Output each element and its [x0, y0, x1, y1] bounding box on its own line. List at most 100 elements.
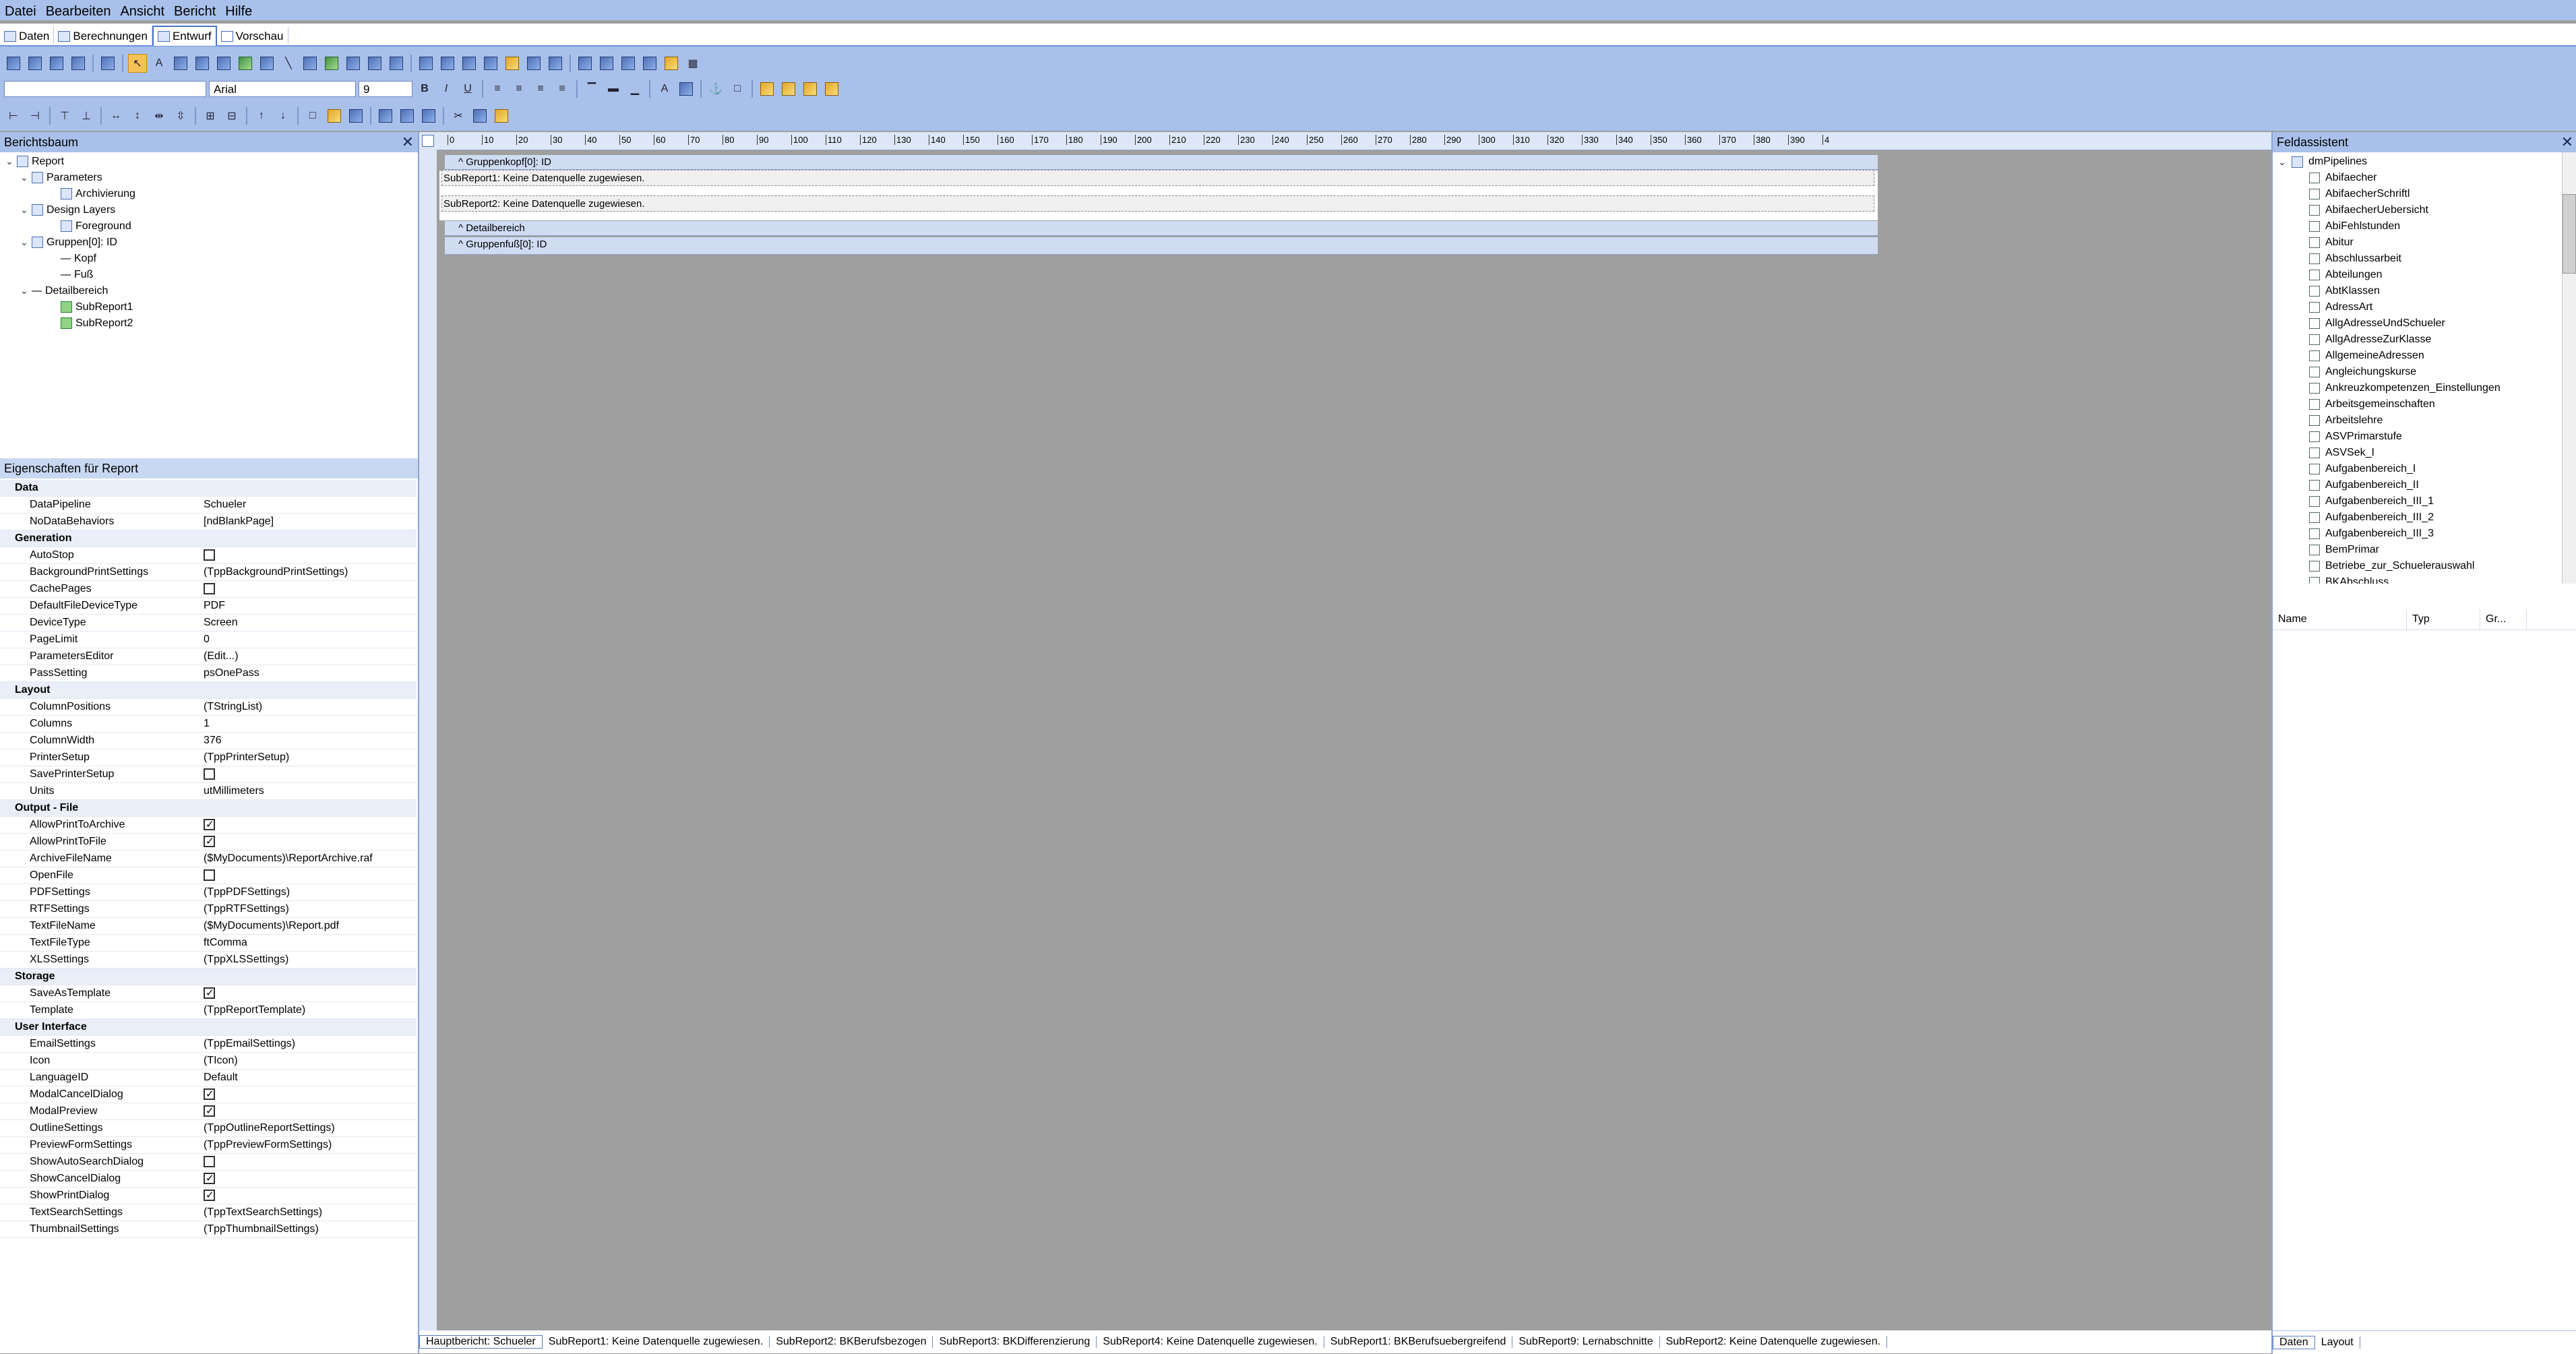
field-item[interactable]: ASVSek_I — [2309, 445, 2374, 461]
property-value[interactable]: (TppPrinterSetup) — [202, 749, 417, 766]
subreport-tab[interactable]: SubReport4: Keine Datenquelle zugewiesen… — [1097, 1336, 1324, 1348]
property-row[interactable]: +RTFSettings(TppRTFSettings) — [0, 901, 417, 918]
property-row[interactable]: +EmailSettings(TppEmailSettings) — [0, 1036, 417, 1053]
tab-berechnungen[interactable]: Berechnungen — [54, 27, 152, 46]
checked-icon[interactable] — [204, 987, 215, 999]
font-name-field[interactable]: Arial — [209, 81, 356, 97]
property-checkbox[interactable] — [202, 867, 417, 884]
nudge-up-icon[interactable]: ↑ — [252, 106, 271, 125]
subreport-tab[interactable]: SubReport1: BKBerufsuebergreifend — [1324, 1336, 1513, 1348]
field-checkbox[interactable] — [2309, 189, 2320, 199]
tree-item-subreport1[interactable]: SubReport1 — [61, 299, 133, 315]
field-checkbox[interactable] — [2309, 545, 2320, 555]
font-color-icon[interactable]: A — [655, 80, 674, 98]
property-value[interactable]: 0 — [202, 632, 417, 648]
dbimage-icon[interactable] — [503, 54, 522, 73]
property-category[interactable]: −Layout — [0, 682, 417, 699]
field-item[interactable]: Arbeitsgemeinschaften — [2309, 396, 2435, 412]
align-centers-icon[interactable]: ⊣ — [26, 106, 44, 125]
dbtext-icon[interactable] — [417, 54, 435, 73]
property-value[interactable]: (Edit...) — [202, 648, 417, 665]
valign-middle-icon[interactable]: ▬ — [604, 80, 623, 98]
property-checkbox[interactable] — [202, 1188, 417, 1204]
field-item[interactable]: BemPrimar — [2309, 542, 2379, 558]
unchecked-icon[interactable] — [204, 583, 215, 595]
richtext-icon[interactable] — [193, 54, 212, 73]
field-checkbox[interactable] — [2309, 286, 2320, 297]
table-grid-icon[interactable]: ▦ — [683, 54, 702, 73]
field-checkbox[interactable] — [2309, 496, 2320, 507]
property-row[interactable]: +PDFSettings(TppPDFSettings) — [0, 884, 417, 901]
field-item[interactable]: Arbeitslehre — [2309, 412, 2383, 429]
field-item[interactable]: BKAbschluss — [2309, 574, 2389, 584]
property-row[interactable]: +PrinterSetup(TppPrinterSetup) — [0, 749, 417, 766]
chart-icon[interactable] — [322, 54, 341, 73]
field-item[interactable]: AbifaecherSchriftl — [2309, 186, 2410, 202]
property-value[interactable]: (TppPDFSettings) — [202, 884, 417, 900]
property-checkbox[interactable] — [202, 1103, 417, 1119]
field-checkbox[interactable] — [2309, 383, 2320, 394]
close-icon[interactable]: ✕ — [2561, 132, 2573, 152]
field-item[interactable]: ASVPrimarstufe — [2309, 429, 2402, 445]
field-list-scrollbar[interactable] — [2562, 152, 2576, 584]
field-item[interactable]: AbiFehlstunden — [2309, 218, 2400, 235]
bring-front-icon[interactable] — [758, 80, 776, 98]
field-item[interactable]: AllgemeineAdressen — [2309, 348, 2424, 364]
property-row[interactable]: +PreviewFormSettings(TppPreviewFormSetti… — [0, 1137, 417, 1154]
crosstab-icon[interactable] — [387, 54, 406, 73]
field-checkbox[interactable] — [2309, 318, 2320, 329]
space-horiz-icon[interactable]: ⇹ — [150, 106, 168, 125]
field-item[interactable]: AbtKlassen — [2309, 283, 2380, 299]
property-value[interactable]: (TppTextSearchSettings) — [202, 1204, 417, 1221]
subreport-tab[interactable]: Hauptbericht: Schueler — [419, 1335, 543, 1349]
field-checkbox[interactable] — [2309, 350, 2320, 361]
col-name[interactable]: Name — [2273, 609, 2407, 629]
underline-icon[interactable]: U — [458, 80, 477, 98]
select-arrow-icon[interactable]: ↖ — [128, 54, 147, 73]
property-row[interactable]: ArchiveFileName ($MyDocuments)\ReportArch… — [0, 851, 417, 867]
field-item[interactable]: AllgAdresseZurKlasse — [2309, 332, 2431, 348]
chevron-down-icon[interactable]: ⌄ — [20, 283, 28, 299]
field-item[interactable]: Ankreuzkompetenzen_Einstellungen — [2309, 380, 2501, 396]
send-back-icon[interactable] — [779, 80, 798, 98]
align-lefts-icon[interactable]: ⊢ — [4, 106, 23, 125]
property-category[interactable]: −Output - File — [0, 800, 417, 817]
subreport2-box[interactable]: SubReport2: Keine Datenquelle zugewiesen… — [441, 195, 1874, 212]
field-checkbox[interactable] — [2309, 367, 2320, 377]
bold-icon[interactable]: B — [415, 80, 434, 98]
report-icon[interactable] — [4, 54, 23, 73]
property-checkbox[interactable] — [202, 817, 417, 833]
field-checkbox[interactable] — [2309, 205, 2320, 216]
property-row[interactable]: AutoStop — [0, 547, 417, 564]
subreport-tab[interactable]: SubReport9: Lernabschnitte — [1512, 1336, 1660, 1348]
property-category[interactable]: −Generation — [0, 530, 417, 547]
property-category[interactable]: −User Interface — [0, 1019, 417, 1036]
unchecked-icon[interactable] — [204, 1156, 215, 1168]
tab-entwurf[interactable]: Entwurf — [152, 26, 217, 46]
label-icon[interactable]: A — [150, 54, 168, 73]
tree-item-subreport2[interactable]: SubReport2 — [61, 315, 133, 331]
component-select[interactable] — [4, 81, 206, 97]
field-item[interactable]: Abitur — [2309, 235, 2354, 251]
property-value[interactable]: 1 — [202, 716, 417, 732]
property-row[interactable]: ShowCancelDialog — [0, 1171, 417, 1188]
subreport1-box[interactable]: SubReport1: Keine Datenquelle zugewiesen… — [441, 170, 1874, 186]
layer-up-icon[interactable] — [801, 80, 820, 98]
field-checkbox[interactable] — [2309, 561, 2320, 572]
center-vert-icon[interactable]: ⊟ — [222, 106, 241, 125]
print-icon[interactable] — [398, 106, 417, 125]
print-icon[interactable] — [26, 54, 44, 73]
field-item[interactable]: Abschlussarbeit — [2309, 251, 2401, 267]
tree-item-kopf[interactable]: Kopf — [61, 251, 96, 266]
band-group-footer[interactable]: ^ Gruppenfuß[0]: ID — [445, 237, 1878, 255]
property-row[interactable]: DeviceType Screen — [0, 615, 417, 632]
tools-icon[interactable] — [47, 54, 66, 73]
field-item[interactable]: Aufgabenbereich_III_1 — [2309, 493, 2434, 510]
tree-item-detailbereich[interactable]: ⌄ Detailbereich — [20, 283, 108, 299]
dbcalc-icon[interactable] — [481, 54, 500, 73]
field-checkbox[interactable] — [2309, 302, 2320, 313]
property-row[interactable]: ShowAutoSearchDialog — [0, 1154, 417, 1171]
property-value[interactable]: Screen — [202, 615, 417, 631]
copy-icon[interactable] — [470, 106, 489, 125]
page-icon[interactable] — [576, 54, 594, 73]
